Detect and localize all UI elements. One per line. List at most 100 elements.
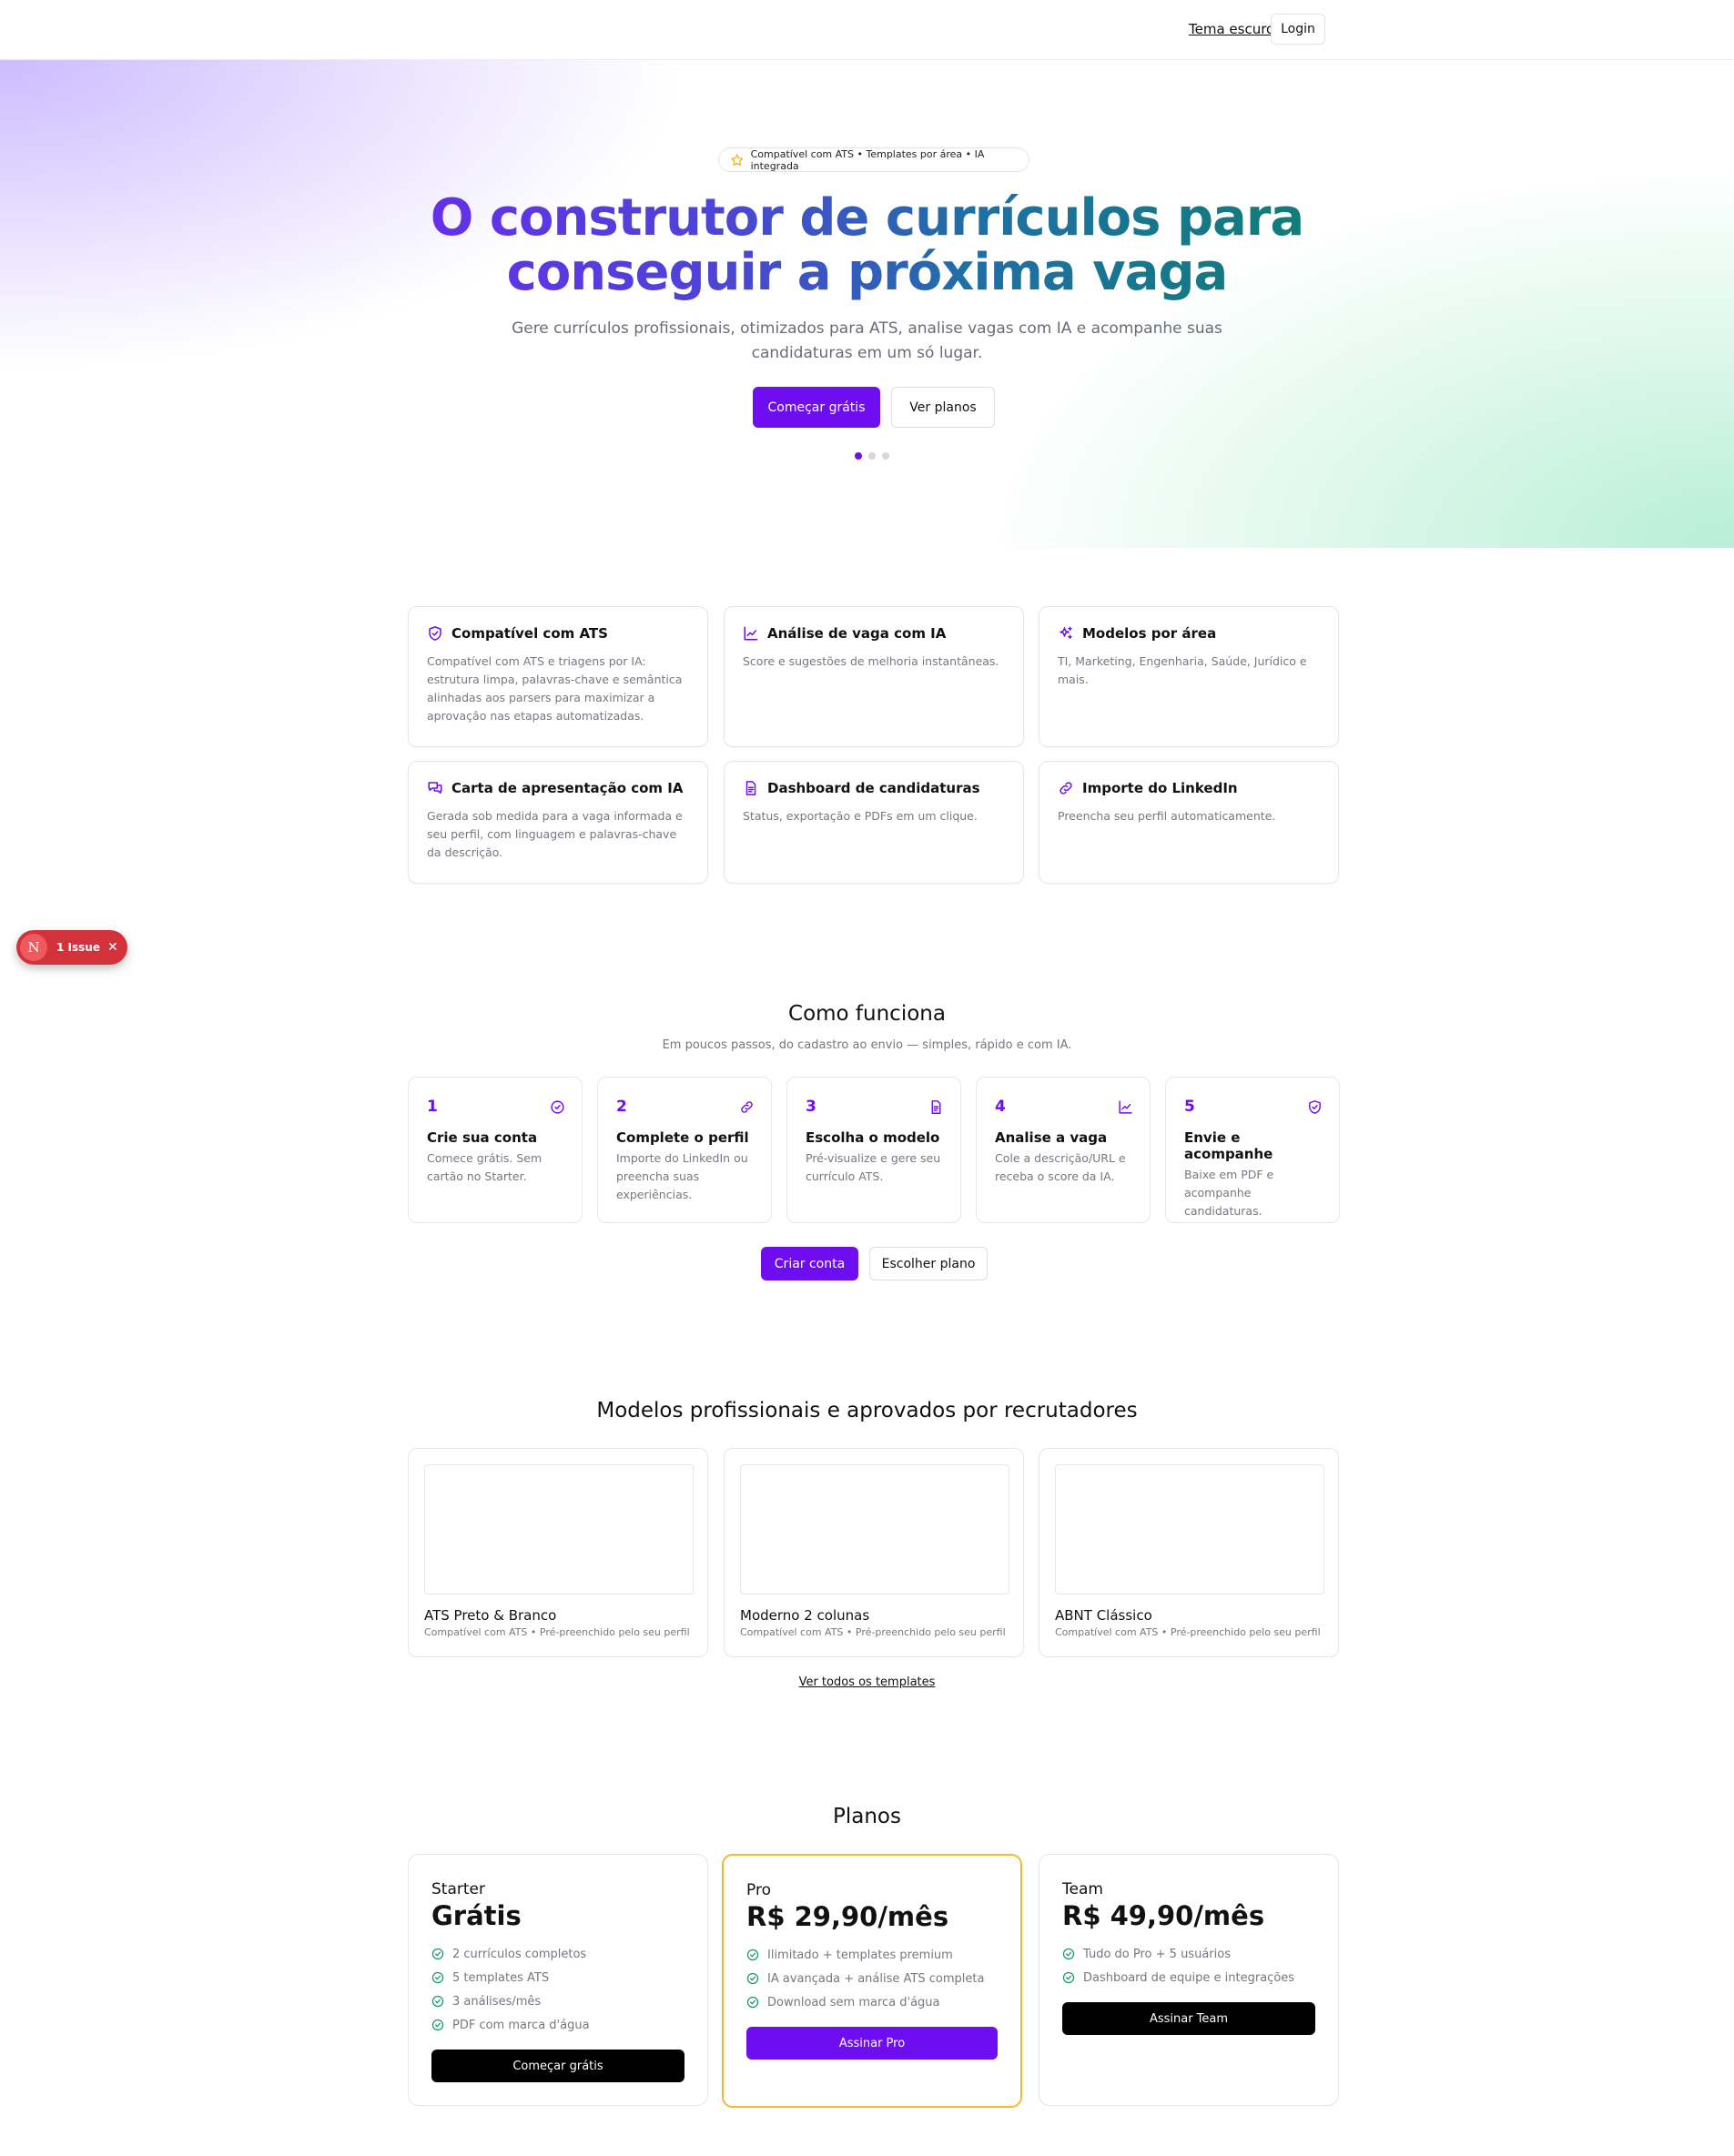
- link-icon: [741, 1101, 753, 1113]
- plan-price: R$ 49,90/mês: [1062, 1900, 1265, 1931]
- check-circle-icon: [746, 1972, 759, 1985]
- feature-card-linkedin: Importe do LinkedIn Preencha seu perfil …: [1039, 761, 1339, 884]
- carousel-dot-2[interactable]: [868, 452, 876, 460]
- feature-title: Análise de vaga com IA: [767, 625, 947, 642]
- template-card-abnt[interactable]: ABNT Clássico Compatível com ATS • Pré-p…: [1039, 1448, 1339, 1657]
- carousel-dots: [855, 452, 889, 460]
- feature-card-ats: Compatível com ATS Compatível com ATS e …: [408, 606, 708, 747]
- step-card-1: 1 Crie sua conta Comece grátis. Sem cart…: [408, 1077, 583, 1223]
- check-circle-icon: [746, 1996, 759, 2009]
- feature-title: Importe do LinkedIn: [1082, 780, 1238, 796]
- line-chart-icon: [1119, 1100, 1132, 1114]
- plan-feature-text: 3 análises/mês: [452, 1994, 542, 2009]
- choose-plan-button[interactable]: Escolher plano: [869, 1247, 988, 1280]
- star-icon: [731, 153, 744, 166]
- feature-description: Preencha seu perfil automaticamente.: [1058, 809, 1276, 823]
- start-free-plan-button[interactable]: Começar grátis: [431, 2050, 684, 2082]
- shield-check-icon: [1309, 1100, 1321, 1114]
- create-account-button[interactable]: Criar conta: [761, 1247, 858, 1280]
- plan-feature: Ilimitado + templates premium: [746, 1943, 998, 1967]
- template-preview: [1055, 1464, 1324, 1594]
- step-number: 4: [995, 1098, 1006, 1116]
- plan-feature-text: Tudo do Pro + 5 usuários: [1083, 1947, 1231, 1961]
- plan-feature-text: IA avançada + análise ATS completa: [767, 1971, 985, 1986]
- step-description: Baixe em PDF e acompanhe candidaturas.: [1184, 1168, 1274, 1218]
- plan-name: Starter: [431, 1880, 485, 1898]
- step-description: Cole a descrição/URL e receba o score da…: [995, 1151, 1126, 1183]
- plan-name: Team: [1062, 1880, 1103, 1898]
- feature-card-job-analysis: Análise de vaga com IA Score e sugestões…: [724, 606, 1024, 747]
- feature-title: Carta de apresentação com IA: [451, 780, 684, 796]
- plan-name: Pro: [746, 1881, 771, 1899]
- shield-check-icon: [429, 626, 441, 641]
- plan-feature: IA avançada + análise ATS completa: [746, 1967, 998, 1990]
- feature-title: Modelos por área: [1082, 625, 1217, 642]
- check-circle-icon: [431, 2019, 444, 2031]
- template-name: ATS Preto & Branco: [424, 1607, 557, 1624]
- login-button[interactable]: Login: [1271, 14, 1325, 45]
- step-card-3: 3 Escolha o modelo Pré-visualize e gere …: [786, 1077, 961, 1223]
- template-card-modern[interactable]: Moderno 2 colunas Compatível com ATS • P…: [724, 1448, 1024, 1657]
- chat-bubbles-icon: [428, 782, 442, 794]
- hero-title-line-1: O construtor de currículos para: [430, 188, 1304, 248]
- plan-feature: Dashboard de equipe e integrações: [1062, 1966, 1315, 1989]
- view-plans-button[interactable]: Ver planos: [891, 387, 995, 428]
- templates-title: Modelos profissionais e aprovados por re…: [596, 1399, 1138, 1422]
- step-card-2: 2 Complete o perfil Importe do LinkedIn …: [597, 1077, 772, 1223]
- carousel-dot-1[interactable]: [855, 452, 862, 460]
- template-meta: Compatível com ATS • Pré-preenchido pelo…: [740, 1626, 1006, 1638]
- feature-description: Status, exportação e PDFs em um clique.: [743, 809, 978, 823]
- start-free-button[interactable]: Começar grátis: [753, 387, 880, 428]
- plan-feature: Download sem marca d'água: [746, 1990, 998, 2014]
- template-meta: Compatível com ATS • Pré-preenchido pelo…: [424, 1626, 690, 1638]
- line-chart-icon: [744, 626, 758, 641]
- feature-card-dashboard: Dashboard de candidaturas Status, export…: [724, 761, 1024, 884]
- step-title: Analise a vaga: [995, 1129, 1108, 1146]
- plan-feature: Tudo do Pro + 5 usuários: [1062, 1942, 1315, 1966]
- plan-feature-text: PDF com marca d'água: [452, 2018, 590, 2032]
- hero-title: O construtor de currículos para consegui…: [364, 191, 1370, 300]
- subscribe-pro-button[interactable]: Assinar Pro: [746, 2027, 998, 2060]
- plan-feature: PDF com marca d'água: [431, 2013, 684, 2037]
- plan-feature-text: 5 templates ATS: [452, 1970, 550, 1985]
- subscribe-team-button[interactable]: Assinar Team: [1062, 2002, 1315, 2035]
- step-card-5: 5 Envie e acompanhe Baixe em PDF e acomp…: [1165, 1077, 1340, 1223]
- check-circle-icon: [431, 1995, 444, 2008]
- check-circle-icon: [431, 1971, 444, 1984]
- step-number: 5: [1184, 1098, 1195, 1116]
- check-circle-icon: [551, 1100, 564, 1114]
- how-it-works-subtitle: Em poucos passos, do cadastro ao envio —…: [662, 1038, 1072, 1052]
- plan-card-starter: Starter Grátis 2 currículos completos 5 …: [408, 1854, 708, 2106]
- feature-title: Dashboard de candidaturas: [767, 780, 980, 796]
- plan-feature-text: 2 currículos completos: [452, 1947, 587, 1961]
- template-meta: Compatível com ATS • Pré-preenchido pelo…: [1055, 1626, 1321, 1638]
- how-it-works-title: Como funciona: [788, 1002, 946, 1026]
- close-icon[interactable]: ✕: [107, 940, 118, 955]
- template-card-ats[interactable]: ATS Preto & Branco Compatível com ATS • …: [408, 1448, 708, 1657]
- plan-feature: 5 templates ATS: [431, 1966, 684, 1989]
- plan-features: Tudo do Pro + 5 usuários Dashboard de eq…: [1062, 1942, 1315, 1989]
- check-circle-icon: [746, 1948, 759, 1961]
- see-all-templates-link[interactable]: Ver todos os templates: [0, 1675, 1734, 1689]
- hero-subtitle-line-1: Gere currículos profissionais, otimizado…: [512, 319, 1222, 338]
- plan-card-pro: Pro R$ 29,90/mês Ilimitado + templates p…: [722, 1854, 1022, 2108]
- feature-card-cover-letter: Carta de apresentação com IA Gerada sob …: [408, 761, 708, 884]
- plan-price: Grátis: [431, 1900, 522, 1931]
- feature-description: Compatível com ATS e triagens por IA: es…: [427, 654, 683, 723]
- hero-title-line-2: conseguir a próxima vaga: [506, 243, 1228, 302]
- issues-badge-label: 1 Issue: [56, 941, 100, 954]
- hero-subtitle: Gere currículos profissionais, otimizado…: [510, 317, 1224, 366]
- feature-card-templates: Modelos por área TI, Marketing, Engenhar…: [1039, 606, 1339, 747]
- template-preview: [740, 1464, 1009, 1594]
- plan-feature: 3 análises/mês: [431, 1989, 684, 2013]
- sparkles-icon: [1060, 626, 1072, 639]
- check-circle-icon: [1062, 1971, 1075, 1984]
- step-title: Crie sua conta: [427, 1129, 538, 1146]
- carousel-dot-3[interactable]: [882, 452, 889, 460]
- plan-feature-text: Dashboard de equipe e integrações: [1083, 1970, 1295, 1985]
- feature-title: Compatível com ATS: [451, 625, 608, 642]
- step-description: Importe do LinkedIn ou preencha suas exp…: [616, 1151, 748, 1201]
- issues-badge[interactable]: N 1 Issue ✕: [16, 930, 127, 965]
- hero-badge-text: Compatível com ATS • Templates por área …: [750, 147, 985, 172]
- theme-toggle-link[interactable]: Tema escuro: [1189, 21, 1274, 37]
